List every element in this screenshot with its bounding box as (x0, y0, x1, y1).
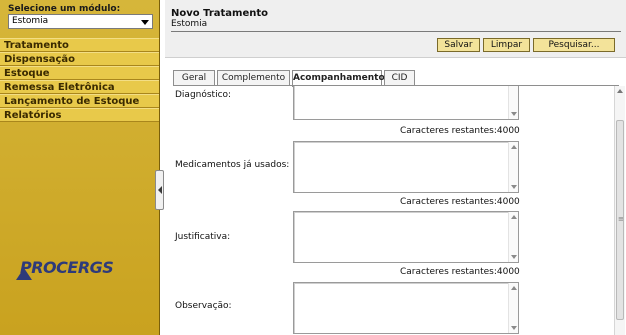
tab-content: Diagnóstico: Caracteres restantes:4000 M… (165, 86, 626, 335)
grip-icon: ≡ (618, 215, 624, 223)
tab-cid[interactable]: CID (384, 70, 415, 86)
medicamentos-label: Medicamentos já usados: (175, 160, 290, 170)
sidebar-item-relatorios[interactable]: Relatórios (0, 108, 159, 122)
justificativa-char-counter: Caracteres restantes:4000 (400, 267, 520, 277)
sidebar-menu: Tratamento Dispensação Estoque Remessa E… (0, 38, 159, 122)
page-header: Novo Tratamento Estomia Salvar Limpar Pe… (165, 0, 626, 58)
procergs-logo: PROCERGS (20, 258, 114, 277)
sidebar: Selecione um módulo: Estomia Tratamento … (0, 0, 160, 335)
scroll-up-icon[interactable] (617, 89, 623, 93)
observacao-label: Observação: (175, 301, 232, 311)
content-scrollbar[interactable]: ≡ (614, 86, 625, 335)
scroll-down-icon[interactable] (511, 326, 517, 330)
page-subtitle: Estomia (171, 19, 208, 29)
tab-complemento[interactable]: Complemento (217, 70, 290, 86)
scroll-up-icon[interactable] (511, 215, 517, 219)
tab-geral[interactable]: Geral (173, 70, 215, 86)
scroll-up-icon[interactable] (511, 145, 517, 149)
sidebar-item-dispensacao[interactable]: Dispensação (0, 52, 159, 66)
medicamentos-char-counter: Caracteres restantes:4000 (400, 197, 520, 207)
sidebar-item-lancamento-de-estoque[interactable]: Lançamento de Estoque (0, 94, 159, 108)
medicamentos-textarea[interactable] (293, 141, 519, 193)
textarea-scrollbar[interactable] (508, 142, 518, 192)
justificativa-label: Justificativa: (175, 232, 231, 242)
sidebar-collapse-handle[interactable] (155, 170, 164, 210)
search-button[interactable]: Pesquisar... (533, 38, 615, 52)
page-title: Novo Tratamento (171, 8, 269, 19)
textarea-scrollbar[interactable] (508, 283, 518, 333)
module-select[interactable]: Estomia (8, 14, 153, 29)
module-select-label: Selecione um módulo: (8, 4, 121, 14)
sidebar-item-tratamento[interactable]: Tratamento (0, 38, 159, 52)
diagnostico-char-counter: Caracteres restantes:4000 (400, 126, 520, 136)
save-button[interactable]: Salvar (437, 38, 480, 52)
scroll-down-icon[interactable] (511, 112, 517, 116)
main-panel: Novo Tratamento Estomia Salvar Limpar Pe… (165, 0, 626, 335)
clear-button[interactable]: Limpar (483, 38, 530, 52)
chevron-down-icon[interactable] (141, 20, 149, 25)
observacao-textarea[interactable] (293, 282, 519, 334)
scroll-up-icon[interactable] (511, 286, 517, 290)
sidebar-item-remessa-eletronica[interactable]: Remessa Eletrônica (0, 80, 159, 94)
scrollbar-thumb[interactable]: ≡ (616, 120, 624, 320)
textarea-scrollbar[interactable] (508, 212, 518, 262)
scroll-down-icon[interactable] (511, 185, 517, 189)
diagnostico-textarea[interactable] (293, 86, 519, 120)
textarea-scrollbar[interactable] (508, 86, 518, 119)
module-select-value: Estomia (12, 16, 49, 26)
diagnostico-label: Diagnóstico: (175, 90, 232, 100)
scroll-down-icon[interactable] (511, 255, 517, 259)
header-divider (171, 31, 621, 32)
sidebar-item-estoque[interactable]: Estoque (0, 66, 159, 80)
chevron-left-icon (158, 186, 162, 194)
justificativa-textarea[interactable] (293, 211, 519, 263)
